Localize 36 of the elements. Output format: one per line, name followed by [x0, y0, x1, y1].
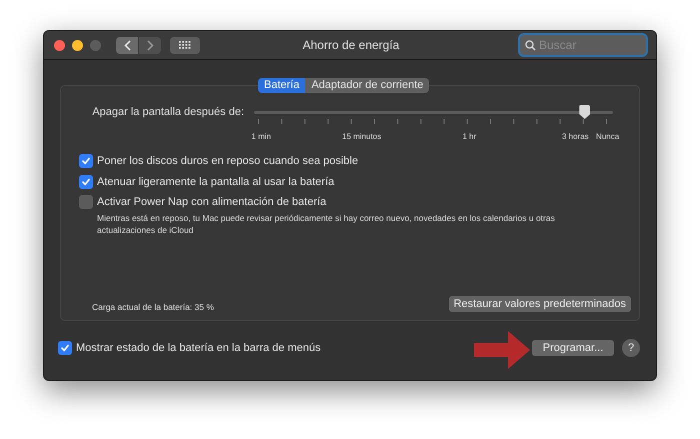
chevron-left-icon — [124, 40, 130, 50]
checkmark-icon — [60, 343, 70, 353]
chevron-right-icon — [146, 40, 154, 50]
tick-label: 1 min — [251, 131, 271, 143]
option-label: Poner los discos duros en reposo cuando sea posible — [97, 154, 358, 169]
forward-button[interactable] — [139, 36, 161, 54]
checkmark-icon — [81, 176, 91, 187]
checkbox[interactable] — [79, 154, 93, 168]
slider-label: Apagar la pantalla después de: — [91, 105, 245, 119]
window-title: Ahorro de energía — [302, 37, 400, 54]
tick-label: 15 minutos — [342, 131, 382, 143]
tab[interactable]: Batería — [258, 78, 306, 93]
tick-label: 3 horas — [562, 131, 589, 143]
checkmark-icon — [81, 156, 91, 166]
option-label: Activar Power Nap con alimentación de batería — [97, 195, 326, 210]
option-label: Mostrar estado de la batería en la barra de menús — [76, 340, 321, 356]
restore-defaults-button[interactable]: Restaurar valores predeterminados — [448, 296, 631, 312]
minimize-button[interactable] — [72, 40, 83, 50]
schedule-button[interactable]: Programar... — [532, 340, 614, 356]
help-button[interactable]: ? — [622, 339, 640, 357]
search-icon — [525, 40, 536, 50]
tick-label: Nunca — [596, 131, 620, 143]
battery-charge: Carga actual de la batería: 35 % — [92, 301, 214, 314]
checkbox[interactable] — [79, 174, 93, 189]
checkbox[interactable] — [79, 195, 93, 210]
grid-icon — [179, 41, 191, 49]
option-description: Mientras está en reposo, tu Mac puede revisar periódicamente si hay correo nuevo, novedades en los calendarios u otras actualizaciones de iCloud — [97, 212, 556, 236]
tab[interactable]: Adaptador de corriente — [305, 78, 430, 93]
close-button[interactable] — [54, 40, 65, 50]
tick-label: 1 hr — [462, 131, 476, 143]
back-button[interactable] — [116, 36, 138, 54]
show-all-button[interactable] — [170, 36, 200, 54]
checkbox[interactable] — [58, 341, 72, 355]
option-label: Atenuar ligeramente la pantalla al usar la batería — [97, 174, 334, 190]
arrow-annotation — [474, 331, 532, 369]
slider-thumb[interactable] — [579, 105, 590, 119]
